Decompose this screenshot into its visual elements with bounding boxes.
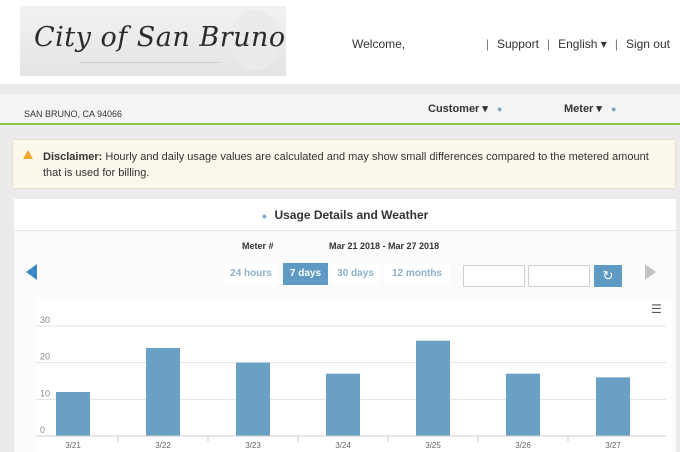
customer-menu[interactable]: Customer ▾ ● <box>428 102 502 115</box>
next-period-arrow-icon[interactable] <box>645 264 656 280</box>
y-tick-label: 10 <box>40 388 50 398</box>
disclaimer-text: Hourly and daily usage values are calcul… <box>43 151 649 179</box>
language-select[interactable]: English ▾ <box>558 37 607 51</box>
bar <box>146 348 180 436</box>
meter-menu[interactable]: Meter ▾ ● <box>564 102 616 115</box>
refresh-icon: ↻ <box>602 268 614 283</box>
end-date-input[interactable] <box>528 265 590 287</box>
usage-chart: 0102030Usage (CF)3/213/223/233/243/253/2… <box>36 298 672 452</box>
y-tick-label: 30 <box>40 315 50 325</box>
water-drop-icon: ● <box>610 104 617 114</box>
x-tick-label: 3/21 <box>65 441 81 450</box>
water-drop-icon: ● <box>496 104 503 114</box>
start-date-input[interactable] <box>463 265 525 287</box>
service-address: SAN BRUNO, CA 94066 <box>24 109 123 119</box>
welcome-text: Welcome, <box>352 37 406 51</box>
hamburger-menu-icon[interactable]: ☰ <box>651 302 662 316</box>
date-range-label: Mar 21 2018 - Mar 27 2018 <box>329 241 440 251</box>
x-tick-label: 3/23 <box>245 441 261 450</box>
top-links: | Support | English ▾ | Sign out <box>485 37 670 51</box>
disclaimer-title: Disclaimer: <box>43 151 103 163</box>
account-bar: SAN BRUNO, CA 94066 Customer ▾ ● Meter ▾… <box>0 94 680 125</box>
bar <box>326 373 360 436</box>
usage-panel-title: Usage Details and Weather <box>274 208 429 222</box>
x-tick-label: 3/26 <box>515 441 531 450</box>
bar <box>506 373 540 436</box>
meter-number-label: Meter # <box>242 241 274 251</box>
site-header: City of San Bruno Welcome, | Support | E… <box>0 0 680 84</box>
x-tick-label: 3/24 <box>335 441 351 450</box>
usage-bar-chart: 0102030Usage (CF)3/213/223/233/243/253/2… <box>36 315 666 450</box>
x-tick-label: 3/22 <box>155 441 171 450</box>
range-30-days[interactable]: 30 days <box>332 263 379 285</box>
bar <box>236 362 270 436</box>
bar <box>416 340 450 436</box>
bar <box>56 392 90 436</box>
x-tick-label: 3/25 <box>425 441 441 450</box>
y-tick-label: 20 <box>40 352 50 362</box>
water-drop-icon: ● <box>261 211 268 221</box>
disclaimer-banner: Disclaimer: Hourly and daily usage value… <box>12 139 676 189</box>
x-tick-label: 3/27 <box>605 441 621 450</box>
range-12-months[interactable]: 12 months <box>384 263 450 285</box>
y-tick-label: 0 <box>40 425 45 435</box>
warning-icon <box>23 150 33 159</box>
city-logo[interactable]: City of San Bruno <box>20 6 286 76</box>
panel-header: ● Usage Details and Weather <box>14 199 676 231</box>
range-24-hours[interactable]: 24 hours <box>224 263 278 285</box>
logo-text: City of San Bruno <box>34 22 286 53</box>
range-7-days[interactable]: 7 days <box>283 263 328 285</box>
support-link[interactable]: Support <box>497 37 539 51</box>
bar <box>596 377 630 436</box>
previous-period-arrow-icon[interactable] <box>26 264 37 280</box>
refresh-button[interactable]: ↻ <box>594 265 622 287</box>
sign-out-link[interactable]: Sign out <box>626 37 670 51</box>
